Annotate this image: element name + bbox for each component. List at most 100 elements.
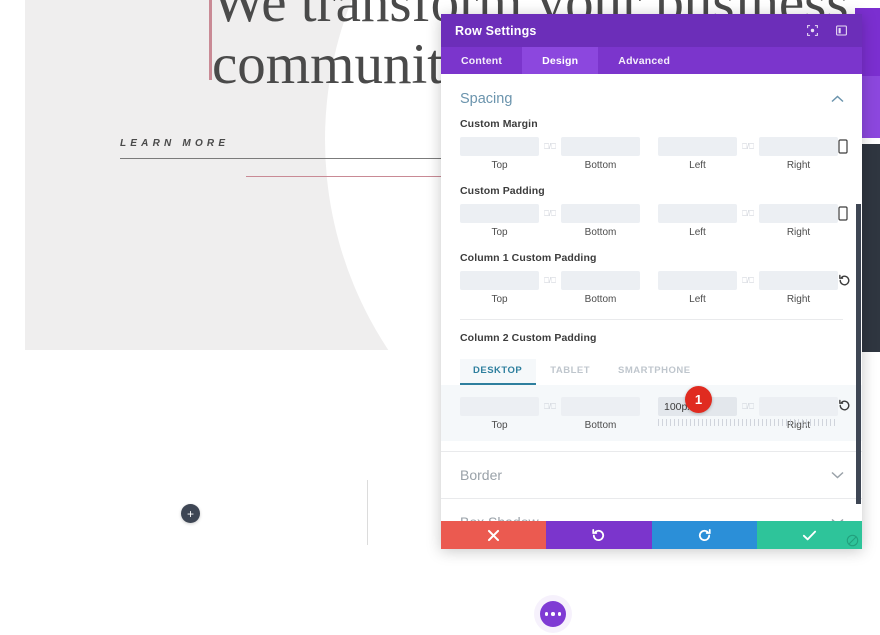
ellipsis-icon-dot-2: [551, 612, 555, 616]
undo-button[interactable]: [546, 521, 652, 549]
link-broken-icon[interactable]: ⎕/⎕: [539, 142, 561, 151]
ellipsis-icon-dot-3: [557, 612, 562, 616]
link-broken-icon[interactable]: ⎕/⎕: [539, 209, 561, 218]
margin-bottom-sublabel: Bottom: [584, 160, 617, 171]
col1-bottom-sublabel: Bottom: [584, 294, 617, 305]
col1-left-sublabel: Left: [689, 294, 706, 305]
tab-smartphone[interactable]: SMARTPHONE: [604, 359, 705, 385]
link-broken-icon[interactable]: ⎕/⎕: [539, 402, 561, 411]
reset-icon[interactable]: [838, 399, 851, 417]
link-broken-icon[interactable]: ⎕/⎕: [539, 276, 561, 285]
column1-padding-inputs: ⎕/⎕ Top Bottom ⎕/⎕ Left Right: [460, 271, 850, 305]
custom-padding-actions: [838, 204, 848, 226]
col1-top-sublabel: Top: [491, 294, 508, 305]
col1-top-input[interactable]: [460, 271, 539, 290]
tab-tablet[interactable]: TABLET: [536, 359, 604, 385]
link-broken-icon[interactable]: ⎕/⎕: [737, 142, 759, 151]
add-module-button[interactable]: +: [181, 504, 200, 523]
tab-advanced[interactable]: Advanced: [598, 47, 690, 74]
panel-footer: [441, 521, 862, 549]
panel-tabs: Content Design Advanced: [441, 47, 862, 74]
chevron-down-icon[interactable]: [831, 513, 844, 521]
chevron-up-icon[interactable]: [831, 90, 844, 108]
col2-bottom-input[interactable]: [561, 397, 640, 416]
padding-bottom-input[interactable]: [561, 204, 640, 223]
padding-bottom-sublabel: Bottom: [584, 227, 617, 238]
column1-padding-label: Column 1 Custom Padding: [460, 252, 597, 264]
range-slider-track[interactable]: [658, 419, 838, 426]
redo-button[interactable]: [651, 521, 757, 549]
chevron-down-icon[interactable]: [831, 466, 844, 484]
custom-padding-label: Custom Padding: [460, 185, 545, 197]
undo-icon: [592, 528, 605, 541]
col1-right-input[interactable]: [759, 271, 838, 290]
panel-body: Spacing Custom Margin ⎕/⎕ Top Bottom ⎕/⎕…: [441, 74, 862, 521]
column2-padding-label: Column 2 Custom Padding: [460, 332, 597, 344]
link-broken-icon[interactable]: ⎕/⎕: [737, 276, 759, 285]
padding-top-sublabel: Top: [491, 227, 508, 238]
margin-top-sublabel: Top: [491, 160, 508, 171]
margin-right-sublabel: Right: [786, 160, 811, 171]
custom-margin-label: Custom Margin: [460, 118, 538, 130]
cancel-button[interactable]: [441, 521, 547, 549]
custom-margin-group: Custom Margin ⎕/⎕ Top Bottom ⎕/⎕ Left Ri…: [441, 114, 862, 171]
margin-top-input[interactable]: [460, 137, 539, 156]
link-broken-icon[interactable]: ⎕/⎕: [737, 402, 759, 411]
panel-header: Row Settings: [441, 14, 862, 47]
save-button[interactable]: [756, 521, 862, 549]
resize-grip-icon[interactable]: [846, 534, 859, 547]
reset-icon[interactable]: [838, 274, 851, 292]
tab-desktop[interactable]: DESKTOP: [460, 359, 537, 385]
border-section[interactable]: Border: [441, 451, 862, 498]
check-icon: [802, 530, 816, 540]
box-shadow-section[interactable]: Box Shadow: [441, 498, 862, 521]
panel-header-actions: [806, 24, 848, 37]
column2-padding-inputs-row: ⎕/⎕ Top Bottom 100px ⎕/⎕ 1: [441, 385, 862, 441]
padding-left-sublabel: Left: [689, 227, 706, 238]
margin-left-input[interactable]: [658, 137, 737, 156]
margin-bottom-input[interactable]: [561, 137, 640, 156]
screen: We transform your business communit LEAR…: [0, 0, 880, 635]
panel-scrollbar[interactable]: [856, 204, 861, 504]
tab-design[interactable]: Design: [522, 47, 599, 74]
row-settings-panel: Row Settings Content Design Advanced Spa…: [441, 14, 862, 549]
plus-icon: +: [186, 506, 194, 521]
padding-right-sublabel: Right: [786, 227, 811, 238]
close-icon: [488, 529, 500, 541]
col2-bottom-sublabel: Bottom: [584, 420, 617, 431]
ellipsis-icon-dot-1: [544, 612, 549, 616]
link-broken-icon[interactable]: ⎕/⎕: [737, 209, 759, 218]
phone-icon[interactable]: [838, 206, 848, 226]
col2-top-sublabel: Top: [491, 420, 508, 431]
col1-left-input[interactable]: [658, 271, 737, 290]
responsive-tabs: DESKTOP TABLET SMARTPHONE: [441, 351, 862, 385]
expand-icon[interactable]: [806, 24, 819, 37]
padding-right-input[interactable]: [759, 204, 838, 223]
custom-margin-inputs: ⎕/⎕ Top Bottom ⎕/⎕ Left Right: [460, 137, 848, 171]
redo-icon: [698, 528, 711, 541]
col1-bottom-input[interactable]: [561, 271, 640, 290]
col1-right-sublabel: Right: [786, 294, 811, 305]
column2-padding-group: Column 2 Custom Padding: [441, 320, 862, 344]
padding-left-input[interactable]: [658, 204, 737, 223]
column2-padding-inputs: ⎕/⎕ Top Bottom 100px ⎕/⎕: [460, 397, 850, 431]
panel-scroll-area: Spacing Custom Margin ⎕/⎕ Top Bottom ⎕/⎕…: [441, 74, 862, 521]
col2-top-input[interactable]: [460, 397, 539, 416]
page-settings-fab[interactable]: [540, 601, 566, 627]
panel-title: Row Settings: [455, 23, 537, 38]
col2-right-input[interactable]: [759, 397, 838, 416]
spacing-section-header[interactable]: Spacing: [441, 74, 862, 114]
layout-panel-icon[interactable]: [835, 24, 848, 37]
padding-top-input[interactable]: [460, 204, 539, 223]
spacing-section-title: Spacing: [460, 91, 513, 107]
column1-padding-group: Column 1 Custom Padding ⎕/⎕ Top Bottom ⎕…: [441, 238, 862, 320]
custom-margin-actions: [838, 137, 848, 159]
step-badge-1: 1: [685, 386, 712, 413]
custom-padding-inputs: ⎕/⎕ Top Bottom ⎕/⎕ Left Right: [460, 204, 848, 238]
tab-content[interactable]: Content: [441, 47, 522, 74]
box-shadow-section-title: Box Shadow: [460, 514, 539, 521]
phone-icon[interactable]: [838, 139, 848, 159]
margin-right-input[interactable]: [759, 137, 838, 156]
column-divider: [367, 480, 368, 545]
border-section-title: Border: [460, 467, 503, 483]
